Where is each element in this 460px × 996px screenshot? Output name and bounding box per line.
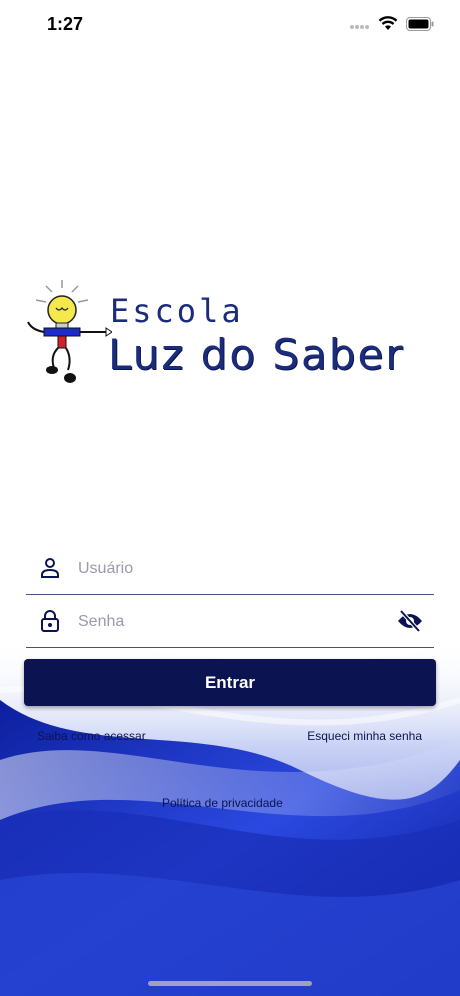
status-icons <box>350 16 434 36</box>
lock-icon <box>38 609 62 633</box>
username-field[interactable] <box>26 542 434 595</box>
logo-line1: Escola <box>110 292 244 330</box>
password-input[interactable] <box>76 605 380 639</box>
wifi-icon <box>378 16 398 36</box>
signal-icon <box>350 17 370 35</box>
login-button[interactable]: Entrar <box>24 659 436 706</box>
status-time: 1:27 <box>47 14 84 34</box>
eye-off-icon[interactable] <box>396 607 424 635</box>
username-input[interactable] <box>76 552 380 586</box>
battery-icon <box>406 16 434 36</box>
status-bar: 1:27 <box>0 0 460 52</box>
how-to-access-link[interactable]: Saiba como acessar <box>37 729 146 743</box>
user-icon <box>38 556 62 580</box>
forgot-password-link[interactable]: Esqueci minha senha <box>307 729 422 743</box>
privacy-policy-link[interactable]: Política de privacidade <box>162 796 283 810</box>
background-waves <box>0 640 460 996</box>
mascot-lightbulb-icon <box>27 280 112 383</box>
home-indicator[interactable] <box>148 981 312 986</box>
logo-line2: Luz do Saber <box>108 330 405 379</box>
password-field[interactable] <box>26 595 434 648</box>
school-logo: Escola Luz do Saber <box>22 278 442 393</box>
